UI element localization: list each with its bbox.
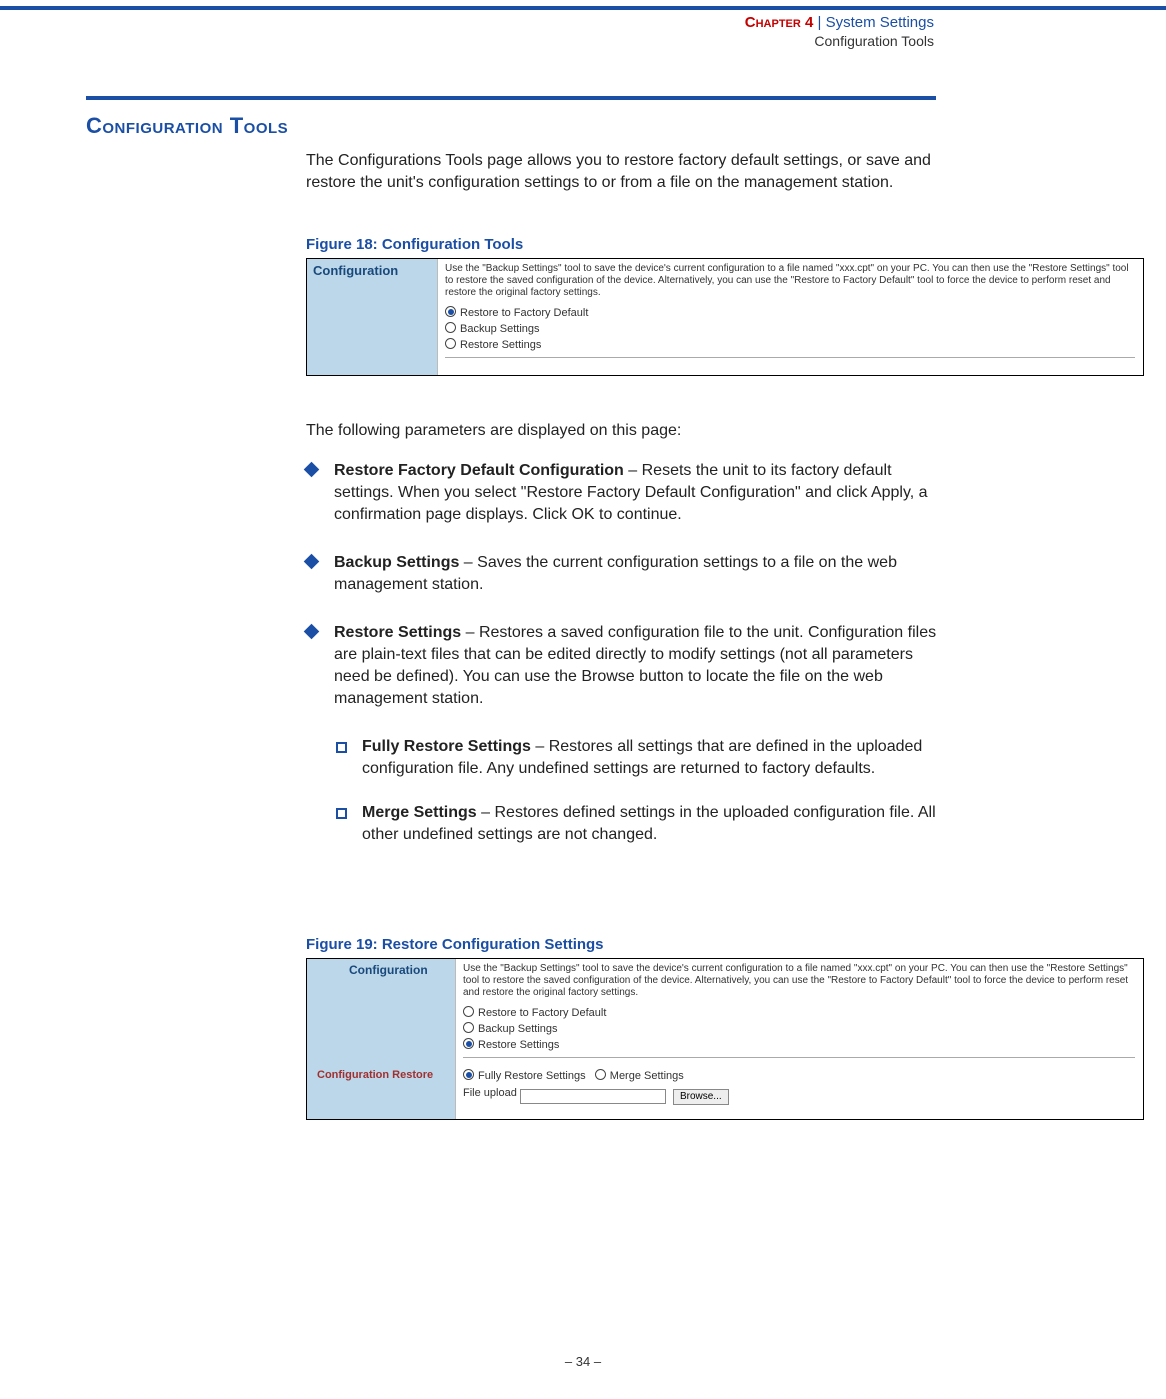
figure-18-description: Use the "Backup Settings" tool to save t… [445, 263, 1135, 299]
bullet-title: Restore Settings [334, 624, 461, 641]
bullet-sep: – [624, 462, 642, 479]
radio-icon [463, 1006, 474, 1017]
browse-button[interactable]: Browse... [673, 1089, 729, 1105]
option-label: Fully Restore Settings [478, 1070, 586, 1082]
option-label: Restore Settings [460, 339, 541, 351]
diamond-icon [304, 554, 320, 570]
chapter-title: System Settings [826, 14, 934, 31]
radio-icon [445, 322, 456, 333]
option-label: Merge Settings [610, 1070, 684, 1082]
section-heading: Configuration Tools [86, 113, 288, 139]
bullet-sep: – [477, 804, 495, 821]
figure-18-options: Restore to Factory Default Backup Settin… [445, 305, 588, 353]
figure-19-option-restore[interactable]: Restore Settings [463, 1037, 606, 1053]
radio-icon [463, 1069, 474, 1080]
diamond-icon [304, 624, 320, 640]
diamond-icon [304, 462, 320, 478]
header-text-block: Chapter 4 | System Settings Configuratio… [745, 14, 934, 51]
figure-19-restore-mode: Fully Restore Settings Merge Settings [463, 1069, 684, 1082]
figure-19-sidebar-top: Configuration [349, 963, 428, 977]
figure-19-mode-merge[interactable]: Merge Settings [595, 1070, 684, 1082]
figure-19-sidebar-mid: Configuration Restore [317, 1069, 433, 1081]
radio-icon [463, 1038, 474, 1049]
page-footer: – 34 – [0, 1354, 1166, 1369]
page: Chapter 4 | System Settings Configuratio… [0, 0, 1166, 1399]
bullet-title: Fully Restore Settings [362, 738, 531, 755]
header-rule [0, 6, 1166, 10]
radio-icon [595, 1069, 606, 1080]
sub-bullet-merge: Merge Settings – Restores defined settin… [306, 802, 946, 846]
figure-18-caption: Figure 18: Configuration Tools [306, 234, 944, 256]
chapter-label: Chapter 4 [745, 14, 814, 31]
figure-19: Configuration Configuration Restore Use … [306, 958, 1144, 1120]
bullet-title: Restore Factory Default Configuration [334, 462, 624, 479]
figure-18-divider [445, 357, 1135, 358]
figure-19-caption: Figure 19: Restore Configuration Setting… [306, 934, 944, 956]
option-label: Restore to Factory Default [460, 307, 588, 319]
figure-19-mode-fully[interactable]: Fully Restore Settings [463, 1070, 586, 1082]
option-label: Restore Settings [478, 1039, 559, 1051]
radio-icon [445, 338, 456, 349]
figure-18-option-backup[interactable]: Backup Settings [445, 321, 588, 337]
square-icon [336, 742, 347, 753]
bullet-sep: – [461, 624, 479, 641]
figure-18: Configuration Use the "Backup Settings" … [306, 258, 1144, 376]
bullet-backup: Backup Settings – Saves the current conf… [306, 552, 946, 596]
figure-19-sidebar: Configuration Configuration Restore [307, 959, 456, 1119]
bullet-restore: Restore Settings – Restores a saved conf… [306, 622, 946, 710]
figure-19-upload-row: File upload Browse... [463, 1087, 729, 1105]
figure-18-sidebar-label: Configuration [313, 263, 398, 278]
option-label: Backup Settings [478, 1023, 558, 1035]
bullet-title: Merge Settings [362, 804, 477, 821]
figure-18-sidebar: Configuration [307, 259, 438, 375]
section-rule [86, 96, 936, 100]
bullet-list: Restore Factory Default Configuration – … [306, 460, 946, 868]
figure-18-option-restore[interactable]: Restore Settings [445, 337, 588, 353]
figure-19-options: Restore to Factory Default Backup Settin… [463, 1005, 606, 1053]
bullet-restore-default: Restore Factory Default Configuration – … [306, 460, 946, 526]
following-paragraph: The following parameters are displayed o… [306, 420, 944, 442]
option-label: Restore to Factory Default [478, 1007, 606, 1019]
radio-icon [445, 306, 456, 317]
figure-18-option-restore-default[interactable]: Restore to Factory Default [445, 305, 588, 321]
chapter-subtitle: Configuration Tools [814, 33, 934, 49]
file-upload-input[interactable] [520, 1089, 666, 1104]
header-pipe: | [818, 14, 822, 31]
figure-19-option-backup[interactable]: Backup Settings [463, 1021, 606, 1037]
figure-19-option-restore-default[interactable]: Restore to Factory Default [463, 1005, 606, 1021]
figure-19-divider [463, 1057, 1135, 1058]
upload-label: File upload [463, 1087, 517, 1099]
figure-19-description: Use the "Backup Settings" tool to save t… [463, 963, 1135, 999]
bullet-sep: – [531, 738, 549, 755]
radio-icon [463, 1022, 474, 1033]
option-label: Backup Settings [460, 323, 540, 335]
bullet-sep: – [459, 554, 477, 571]
intro-paragraph: The Configurations Tools page allows you… [306, 150, 944, 194]
bullet-title: Backup Settings [334, 554, 459, 571]
sub-bullet-fully-restore: Fully Restore Settings – Restores all se… [306, 736, 946, 780]
square-icon [336, 808, 347, 819]
